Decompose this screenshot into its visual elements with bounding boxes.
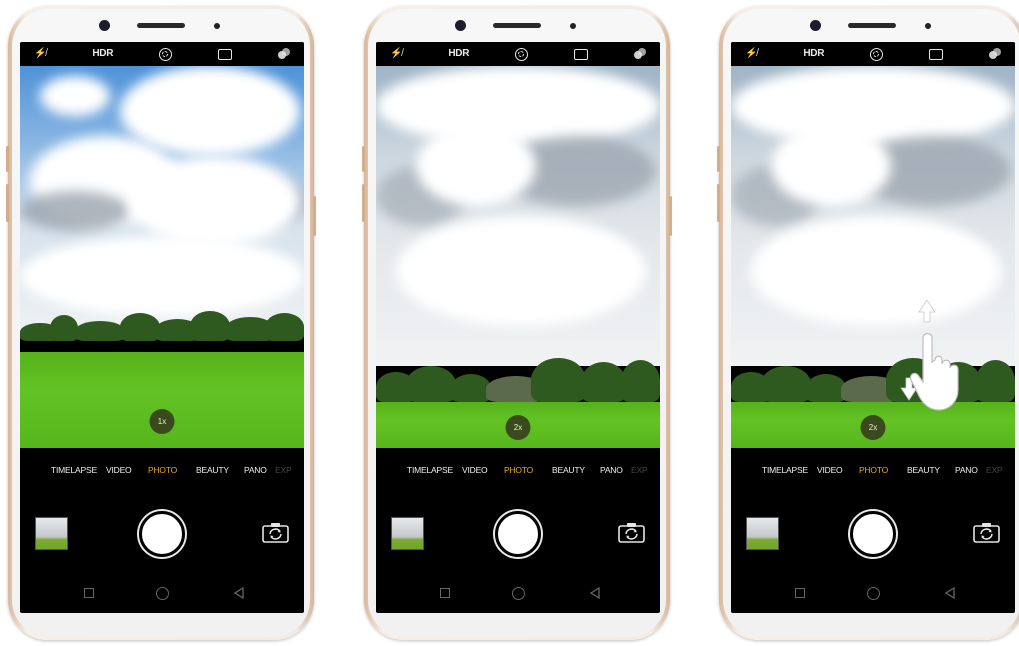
filter-icon[interactable] <box>277 48 290 60</box>
camera-top-bar: ⚡̸ HDR <box>731 42 1015 66</box>
navigation-bar <box>731 582 1015 606</box>
hdr-toggle[interactable]: HDR <box>92 48 113 60</box>
mode-expert[interactable]: EXP <box>986 465 1003 475</box>
back-icon[interactable] <box>588 586 602 600</box>
front-camera <box>99 20 110 31</box>
aspect-ratio-icon[interactable] <box>574 48 589 60</box>
zoom-level-button[interactable]: 2x <box>505 415 531 440</box>
power-button <box>313 196 316 236</box>
viewfinder[interactable]: 2x <box>376 66 660 448</box>
volume-button <box>717 184 720 222</box>
home-icon[interactable] <box>512 587 525 600</box>
shutter-button[interactable] <box>139 511 185 557</box>
mode-pano[interactable]: PANO <box>600 465 623 475</box>
tree-line <box>376 356 660 402</box>
phone-2: ⚡̸ HDR 2x TIMELAPSE VIDEO PHOTO BEAUTY P… <box>362 6 672 640</box>
back-icon[interactable] <box>232 586 246 600</box>
mode-video[interactable]: VIDEO <box>462 465 488 475</box>
mode-beauty[interactable]: BEAUTY <box>552 465 585 475</box>
mode-expert[interactable]: EXP <box>275 465 292 475</box>
home-icon[interactable] <box>156 587 169 600</box>
viewfinder[interactable]: 2x <box>731 66 1015 448</box>
screen: ⚡̸ HDR 2x TIMELAPSE VIDEO PHOTO BEAUTY P… <box>731 42 1015 613</box>
hdr-toggle[interactable]: HDR <box>803 48 824 60</box>
mode-beauty[interactable]: BEAUTY <box>196 465 229 475</box>
switch-camera-icon[interactable] <box>618 522 645 543</box>
back-icon[interactable] <box>943 586 957 600</box>
viewfinder[interactable]: 1x <box>20 66 304 448</box>
flash-off-icon[interactable]: ⚡̸ <box>390 48 402 60</box>
mode-timelapse[interactable]: TIMELAPSE <box>762 465 808 475</box>
aperture-icon[interactable] <box>870 47 884 61</box>
filter-icon[interactable] <box>988 48 1001 60</box>
navigation-bar <box>20 582 304 606</box>
tree-line <box>20 309 304 341</box>
zoom-level-button[interactable]: 2x <box>860 415 886 440</box>
volume-button <box>6 184 9 222</box>
volume-button <box>362 146 365 172</box>
mode-photo[interactable]: PHOTO <box>504 465 533 475</box>
front-camera <box>810 20 821 31</box>
mode-timelapse[interactable]: TIMELAPSE <box>51 465 97 475</box>
mode-photo[interactable]: PHOTO <box>148 465 177 475</box>
recent-apps-icon[interactable] <box>440 588 450 598</box>
screen: ⚡̸ HDR 1x TIMELAPSE VIDEO PHOTO BEAUTY P… <box>20 42 304 613</box>
phone-3: ⚡̸ HDR 2x TIMELAPSE VIDEO PHOTO BEAUTY P… <box>717 6 1019 640</box>
mode-pano[interactable]: PANO <box>955 465 978 475</box>
flash-off-icon[interactable]: ⚡̸ <box>34 48 46 60</box>
mode-expert[interactable]: EXP <box>631 465 648 475</box>
power-button <box>669 196 672 236</box>
proximity-sensor <box>925 23 931 29</box>
volume-button <box>362 184 365 222</box>
swipe-gesture-icon <box>900 299 959 411</box>
screen: ⚡̸ HDR 2x TIMELAPSE VIDEO PHOTO BEAUTY P… <box>376 42 660 613</box>
gallery-thumbnail[interactable] <box>391 517 424 550</box>
recent-apps-icon[interactable] <box>795 588 805 598</box>
gallery-thumbnail[interactable] <box>35 517 68 550</box>
flash-off-icon[interactable]: ⚡̸ <box>745 48 757 60</box>
mode-photo[interactable]: PHOTO <box>859 465 888 475</box>
aspect-ratio-icon[interactable] <box>929 48 944 60</box>
earpiece-speaker <box>848 23 896 28</box>
camera-top-bar: ⚡̸ HDR <box>376 42 660 66</box>
hdr-toggle[interactable]: HDR <box>448 48 469 60</box>
aperture-icon[interactable] <box>159 47 173 61</box>
earpiece-speaker <box>493 23 541 28</box>
mode-selector: TIMELAPSE VIDEO PHOTO BEAUTY PANO EXP <box>20 460 304 480</box>
aspect-ratio-icon[interactable] <box>218 48 233 60</box>
volume-button <box>6 146 9 172</box>
proximity-sensor <box>214 23 220 29</box>
phone-1: ⚡̸ HDR 1x TIMELAPSE VIDEO PHOTO BEAUTY P… <box>6 6 316 640</box>
front-camera <box>455 20 466 31</box>
recent-apps-icon[interactable] <box>84 588 94 598</box>
mode-video[interactable]: VIDEO <box>106 465 132 475</box>
mode-timelapse[interactable]: TIMELAPSE <box>407 465 453 475</box>
zoom-level-button[interactable]: 1x <box>149 409 175 434</box>
mode-selector: TIMELAPSE VIDEO PHOTO BEAUTY PANO EXP <box>731 460 1015 480</box>
mode-selector: TIMELAPSE VIDEO PHOTO BEAUTY PANO EXP <box>376 460 660 480</box>
volume-button <box>717 146 720 172</box>
mode-pano[interactable]: PANO <box>244 465 267 475</box>
earpiece-speaker <box>137 23 185 28</box>
mode-beauty[interactable]: BEAUTY <box>907 465 940 475</box>
filter-icon[interactable] <box>633 48 646 60</box>
home-icon[interactable] <box>867 587 880 600</box>
shutter-button[interactable] <box>495 511 541 557</box>
aperture-icon[interactable] <box>515 47 529 61</box>
switch-camera-icon[interactable] <box>973 522 1000 543</box>
gallery-thumbnail[interactable] <box>746 517 779 550</box>
shutter-button[interactable] <box>850 511 896 557</box>
mode-video[interactable]: VIDEO <box>817 465 843 475</box>
camera-top-bar: ⚡̸ HDR <box>20 42 304 66</box>
proximity-sensor <box>570 23 576 29</box>
switch-camera-icon[interactable] <box>262 522 289 543</box>
navigation-bar <box>376 582 660 606</box>
